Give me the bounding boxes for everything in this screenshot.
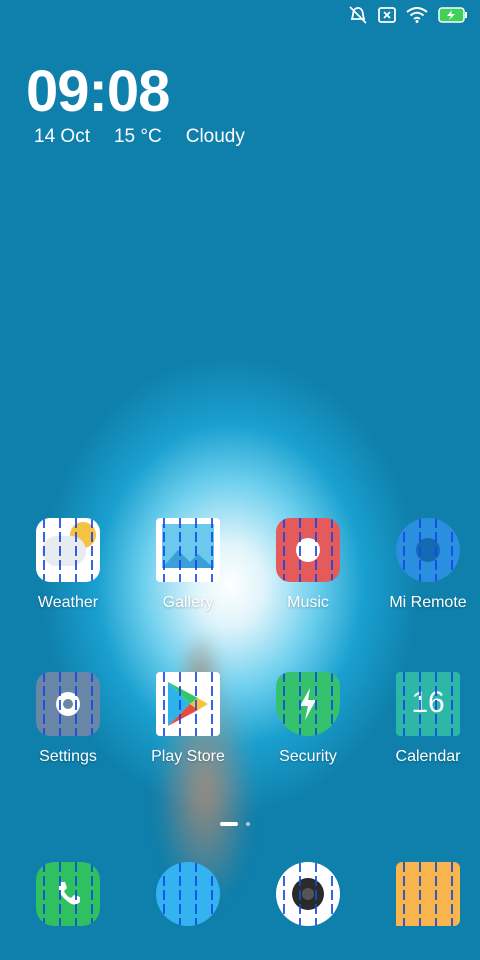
app-gallery[interactable]: Gallery xyxy=(136,518,240,612)
app-weather[interactable]: Weather xyxy=(16,518,120,612)
weather-condition: Cloudy xyxy=(185,126,245,147)
clock-widget[interactable]: 09:08 xyxy=(26,58,170,125)
dock-phone[interactable] xyxy=(16,862,120,926)
app-label: Weather xyxy=(37,594,99,611)
page-dot-active xyxy=(220,822,238,826)
app-row-2: Settings Play Store Security 16 Calendar xyxy=(0,672,480,766)
app-security[interactable]: Security xyxy=(256,672,360,766)
weather-icon xyxy=(36,518,100,582)
settings-icon xyxy=(36,672,100,736)
wifi-icon xyxy=(406,6,428,28)
bell-off-icon xyxy=(348,5,368,29)
music-icon xyxy=(276,518,340,582)
phone-icon xyxy=(36,862,100,926)
app-music[interactable]: Music xyxy=(256,518,360,612)
date-text: 14 Oct xyxy=(34,126,90,147)
play-store-icon xyxy=(156,672,220,736)
sim-x-icon xyxy=(378,6,396,28)
app-label: Play Store xyxy=(151,748,225,765)
weather-summary[interactable]: 14 Oct 15 °C Cloudy xyxy=(34,126,245,148)
app-calendar[interactable]: 16 Calendar xyxy=(376,672,480,766)
app-row-1: Weather Gallery Music Mi Remote xyxy=(0,518,480,612)
app-label: Music xyxy=(287,594,329,611)
app-settings[interactable]: Settings xyxy=(16,672,120,766)
app-label: Settings xyxy=(39,748,97,765)
app-label: Calendar xyxy=(395,748,461,765)
dock-browser[interactable] xyxy=(376,862,480,926)
dock xyxy=(0,862,480,926)
security-icon xyxy=(276,672,340,736)
page-indicator xyxy=(220,822,250,826)
page-dot xyxy=(246,822,250,826)
remote-icon xyxy=(396,518,460,582)
temperature-text: 15 °C xyxy=(113,126,162,147)
browser-icon xyxy=(396,862,460,926)
app-label: Mi Remote xyxy=(389,594,467,611)
app-label: Security xyxy=(279,748,337,765)
gallery-icon xyxy=(156,518,220,582)
dock-messages[interactable] xyxy=(136,862,240,926)
app-label: Gallery xyxy=(162,594,214,611)
status-bar xyxy=(348,5,468,29)
camera-icon xyxy=(276,862,340,926)
messages-icon xyxy=(156,862,220,926)
app-mi-remote[interactable]: Mi Remote xyxy=(376,518,480,612)
calendar-icon: 16 xyxy=(396,672,460,736)
app-play-store[interactable]: Play Store xyxy=(136,672,240,766)
battery-charging-icon xyxy=(438,6,468,28)
dock-camera[interactable] xyxy=(256,862,360,926)
